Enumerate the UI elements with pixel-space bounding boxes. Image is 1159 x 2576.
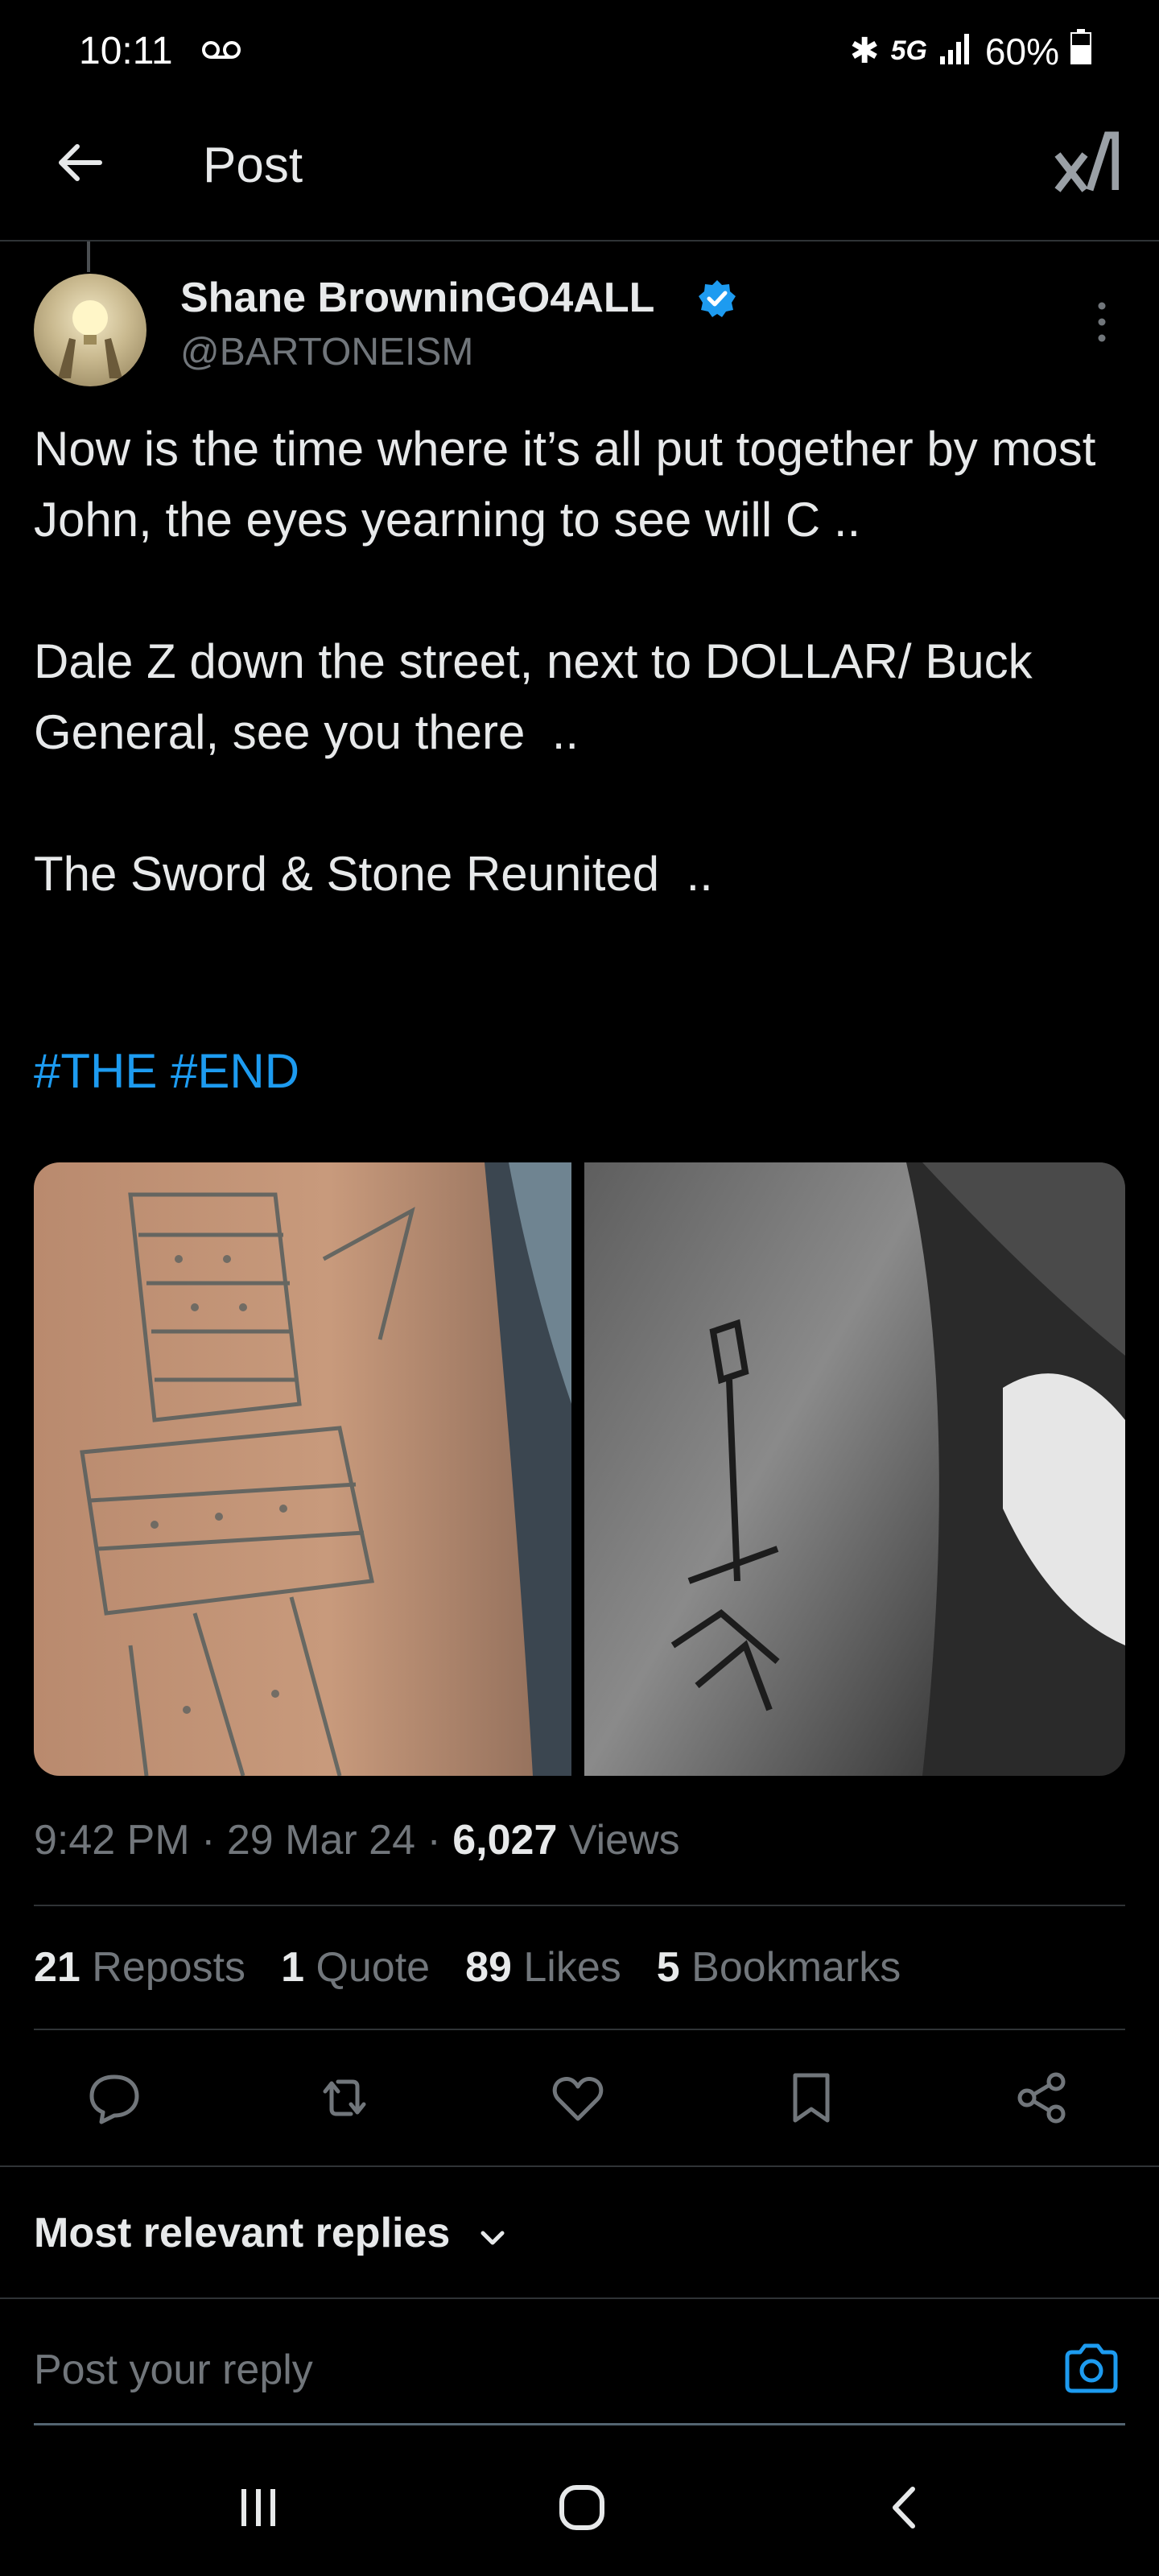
voicemail-icon: [201, 39, 241, 61]
network-label: 5G: [890, 35, 927, 66]
author-name[interactable]: Shane BrowninGO4ALL: [180, 274, 654, 322]
page-title: Post: [203, 138, 303, 193]
post-date: 29 Mar 24: [226, 1817, 416, 1864]
avatar[interactable]: [34, 274, 146, 386]
share-icon[interactable]: [1013, 2069, 1070, 2127]
reposts-stat[interactable]: 21 Reposts: [34, 1943, 245, 1992]
post-hashtags[interactable]: #THE #END: [34, 1043, 299, 1099]
views-label[interactable]: Views: [569, 1817, 680, 1864]
status-right: ✱ 5G 60%: [850, 29, 1091, 73]
repost-icon[interactable]: [316, 2069, 373, 2127]
status-time: 10:11: [79, 30, 173, 72]
bluetooth-icon: ✱: [849, 31, 880, 71]
brand-logo-icon[interactable]: [1053, 130, 1120, 195]
battery-label: 60%: [984, 30, 1059, 72]
post-media[interactable]: [34, 1162, 1125, 1776]
home-icon[interactable]: [554, 2479, 610, 2536]
post-stats: 21 Reposts 1 Quote 89 Likes 5 Bookmarks: [34, 1943, 901, 1992]
replies-sort-label[interactable]: Most relevant replies: [34, 2209, 450, 2257]
verified-badge-icon: [697, 279, 737, 319]
author-handle[interactable]: @BARTONEISM: [180, 330, 473, 374]
nav-back-icon[interactable]: [877, 2479, 934, 2536]
divider: [34, 2029, 1125, 2030]
reply-underline: [34, 2423, 1125, 2425]
media-gap: [571, 1162, 584, 1776]
quotes-stat[interactable]: 1 Quote: [281, 1943, 430, 1992]
reply-input[interactable]: Post your reply: [34, 2346, 313, 2394]
battery-icon: [1070, 29, 1091, 73]
reply-icon[interactable]: [85, 2069, 143, 2127]
post-text: Now is the time where it’s all put toget…: [34, 422, 1096, 901]
post-time: 9:42 PM: [34, 1817, 190, 1864]
divider: [34, 1905, 1125, 1906]
bookmarks-stat[interactable]: 5 Bookmarks: [657, 1943, 901, 1992]
signal-icon: [938, 30, 974, 73]
likes-stat[interactable]: 89 Likes: [465, 1943, 621, 1992]
recent-apps-icon[interactable]: [230, 2479, 287, 2536]
camera-icon[interactable]: [1061, 2338, 1122, 2399]
bookmark-icon[interactable]: [782, 2069, 840, 2127]
views-count: 6,027: [452, 1817, 558, 1864]
divider: [0, 2165, 1159, 2167]
post-meta: 9:42 PM · 29 Mar 24 · 6,027 Views: [34, 1817, 680, 1864]
divider: [0, 2297, 1159, 2299]
tattoo-photo-left[interactable]: [34, 1162, 571, 1776]
back-arrow-icon[interactable]: [50, 132, 111, 193]
more-icon[interactable]: [1090, 298, 1114, 346]
thread-line: [87, 242, 90, 272]
chevron-down-icon[interactable]: [475, 2220, 510, 2256]
like-icon[interactable]: [549, 2069, 607, 2127]
header-divider: [0, 240, 1159, 242]
tattoo-photo-right[interactable]: [584, 1162, 1125, 1776]
